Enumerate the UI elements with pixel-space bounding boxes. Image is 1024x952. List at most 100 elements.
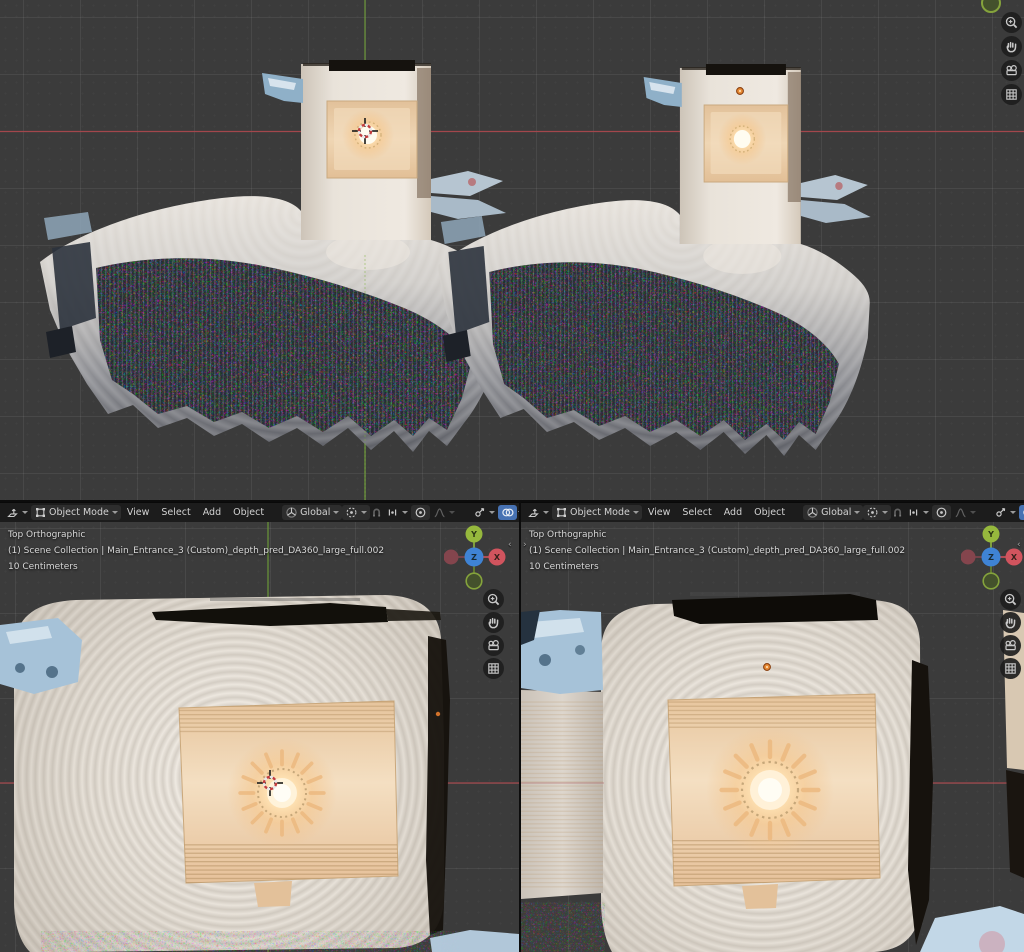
proportional-falloff-selector[interactable] [430,505,458,520]
blender-window: Object Mode View Select Add Object Globa… [0,0,1024,952]
editor-type-button[interactable] [3,505,31,520]
show-overlays-button[interactable] [498,505,517,520]
snap-magnet-icon[interactable] [891,506,904,519]
gizmo-axis-y-neg[interactable] [983,573,999,589]
camera-view-button[interactable] [483,635,504,656]
proportional-falloff-selector[interactable] [951,505,979,520]
zoom-button[interactable] [1001,12,1022,33]
menu-add[interactable]: Add [197,507,227,518]
proportional-editing-toggle[interactable] [932,505,951,520]
gizmo-axis-y-neg[interactable] [466,573,482,589]
camera-view-icon [1003,638,1018,653]
grid-display-icon [1004,87,1019,102]
viewport-nav-controls [1001,12,1022,105]
pan-button[interactable] [483,612,504,633]
chevron-down-icon [402,511,408,514]
sidebar-toggle[interactable]: ‹ [1017,540,1021,550]
camera-view-button[interactable] [1001,60,1022,81]
show-overlays-icon [501,506,514,519]
mode-label: Object Mode [570,507,630,518]
grid-display-icon [1003,661,1018,676]
zoom-icon [486,592,501,607]
svg-text:Z: Z [471,553,477,562]
menu-select[interactable]: Select [676,507,717,518]
toolbar-toggle[interactable]: › [523,540,527,550]
snap-target-selector[interactable] [904,505,932,520]
camera-view-icon [1004,63,1019,78]
chevron-down-icon [970,511,976,514]
camera-view-button[interactable] [1000,635,1021,656]
sidebar-toggle[interactable]: ‹ [508,540,512,550]
chevron-down-icon [923,511,929,514]
grid-display-icon [486,661,501,676]
svg-text:Y: Y [470,530,477,539]
mode-selector[interactable]: Object Mode [31,505,121,520]
snap-target-selector[interactable] [383,505,411,520]
chevron-down-icon [449,511,455,514]
show-overlays-button[interactable] [1019,505,1024,520]
editor-type-icon [6,506,19,519]
editor-type-icon [527,506,540,519]
chevron-down-icon [854,511,860,514]
mode-selector[interactable]: Object Mode [552,505,642,520]
pivot-point-icon [345,506,358,519]
chevron-down-icon [633,511,639,514]
object-mode-icon [555,506,568,519]
zoom-button[interactable] [483,589,504,610]
mode-label: Object Mode [49,507,109,518]
transform-orientation-selector[interactable]: Global [282,505,342,520]
pan-button[interactable] [1000,612,1021,633]
area-divider-vertical[interactable] [519,500,521,952]
pivot-point-selector[interactable] [863,505,891,520]
proportional-editing-icon [414,506,427,519]
chevron-down-icon [22,511,28,514]
pivot-point-selector[interactable] [342,505,370,520]
viewport-top[interactable] [0,0,1024,500]
svg-text:X: X [1011,553,1018,562]
pivot-point-icon [866,506,879,519]
menu-object[interactable]: Object [748,507,791,518]
orientation-label: Global [300,507,330,518]
viewport-header-left: Object Mode View Select Add Object Globa… [0,502,519,522]
grid-display-button[interactable] [483,658,504,679]
navigation-gizmo[interactable]: Y X Z [961,524,1023,591]
grid-display-button[interactable] [1001,84,1022,105]
zoom-icon [1004,15,1019,30]
menu-object[interactable]: Object [227,507,270,518]
camera-view-icon [486,638,501,653]
gizmo-axis-x-neg[interactable] [444,550,459,565]
snap-target-icon [907,506,920,519]
navigation-gizmo[interactable]: Y X Z [444,524,506,591]
chevron-down-icon [543,511,549,514]
orientation-globe-icon [285,506,298,519]
object-mode-icon [34,506,47,519]
gizmo-axis-x-neg[interactable] [961,550,976,565]
chevron-down-icon [1010,511,1016,514]
viewport-bottom-left[interactable] [0,522,519,952]
chevron-down-icon [361,511,367,514]
snap-target-icon [386,506,399,519]
menu-select[interactable]: Select [155,507,196,518]
chevron-down-icon[interactable] [518,511,519,514]
viewport-nav-controls [1000,589,1021,679]
chevron-down-icon [489,511,495,514]
proportional-editing-toggle[interactable] [411,505,430,520]
editor-type-button[interactable] [524,505,552,520]
grid-display-button[interactable] [1000,658,1021,679]
show-gizmos-button[interactable] [991,505,1019,520]
viewport-header-right: Object Mode View Select Add Object Globa… [521,502,1024,522]
viewport-bottom-right[interactable] [521,522,1024,952]
zoom-button[interactable] [1000,589,1021,610]
svg-text:X: X [494,553,501,562]
menu-view[interactable]: View [642,507,677,518]
menu-add[interactable]: Add [718,507,748,518]
viewport-nav-controls [483,589,504,679]
snap-magnet-icon[interactable] [370,506,383,519]
falloff-curve-icon [433,506,446,519]
chevron-down-icon [112,511,118,514]
transform-orientation-selector[interactable]: Global [803,505,863,520]
show-gizmos-button[interactable] [470,505,498,520]
pan-button[interactable] [1001,36,1022,57]
menu-view[interactable]: View [121,507,156,518]
chevron-down-icon [333,511,339,514]
